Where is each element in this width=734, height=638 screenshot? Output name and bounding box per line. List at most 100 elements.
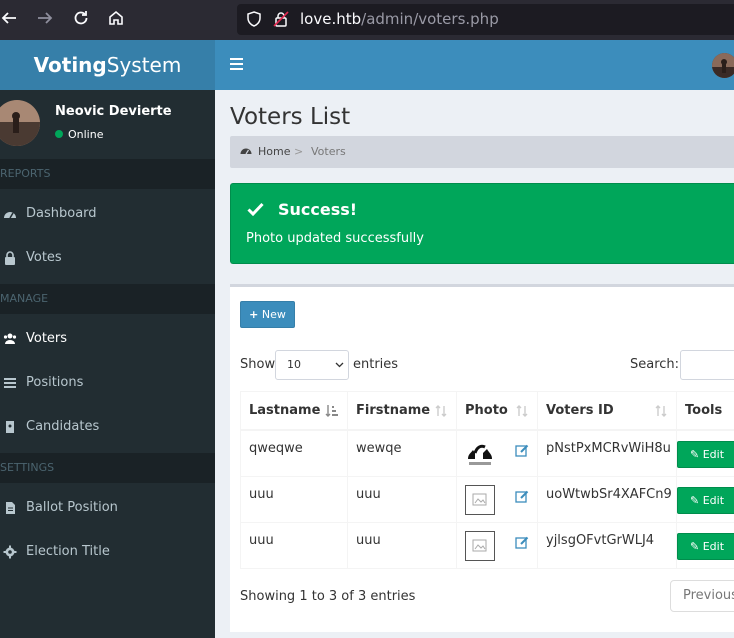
new-button-label: New <box>261 308 286 321</box>
voters-table: Lastname Firstname Photo Voters ID Tools… <box>240 391 734 569</box>
file-icon <box>6 502 15 514</box>
sidebar-item-label: Candidates <box>26 419 100 434</box>
logo-bold-text: Voting <box>33 53 107 77</box>
edit-button-label: Edit <box>702 493 725 507</box>
sidebar-item-candidates[interactable]: Candidates <box>0 405 215 449</box>
id-card-icon <box>6 421 14 433</box>
table-row: uuu uuu uoWtwbSr4XAFCn9 ✎ Edit <box>240 475 734 523</box>
sidebar-toggle-icon[interactable] <box>230 58 243 71</box>
column-header-tools: Tools <box>676 391 734 431</box>
column-label: Lastname <box>249 403 321 418</box>
edit-photo-icon[interactable] <box>515 490 529 503</box>
edit-button-label: Edit <box>702 539 725 553</box>
column-header-photo[interactable]: Photo <box>456 391 538 431</box>
edit-icon: ✎ <box>690 539 700 553</box>
sort-icon <box>516 405 528 417</box>
cell-firstname: uuu <box>347 521 457 569</box>
forward-icon[interactable] <box>34 9 56 31</box>
sidebar-item-votes[interactable]: Votes <box>0 236 215 280</box>
section-header-settings: SETTINGS <box>0 453 215 483</box>
sidebar-item-ballot-position[interactable]: Ballot Position <box>0 486 215 530</box>
browser-toolbar: love.htb/admin/voters.php <box>0 0 734 40</box>
sidebar-item-label: Dashboard <box>26 206 97 221</box>
url-text: love.htb/admin/voters.php <box>300 10 499 28</box>
table-row: qweqwe wewqe pNstPxMCRvWiH8u ✎ Edit <box>240 429 734 477</box>
breadcrumb: Home > Voters <box>230 136 734 168</box>
cell-photo <box>456 521 538 569</box>
dashboard-icon <box>240 148 252 155</box>
sidebar-item-election-title[interactable]: Election Title <box>0 530 215 574</box>
user-avatar-small[interactable] <box>712 53 734 78</box>
column-label: Photo <box>465 403 508 418</box>
section-header-reports: REPORTS <box>0 159 215 189</box>
user-panel: Neovic Devierte Online <box>0 90 215 156</box>
page-title: Voters List <box>230 104 351 130</box>
edit-icon: ✎ <box>690 493 700 507</box>
edit-photo-icon[interactable] <box>515 536 529 549</box>
check-icon <box>247 202 264 216</box>
sidebar-item-voters[interactable]: Voters <box>0 317 215 361</box>
sidebar-item-dashboard[interactable]: Dashboard <box>0 192 215 236</box>
sidebar-item-label: Votes <box>26 250 62 265</box>
sort-asc-icon <box>325 405 338 417</box>
back-icon[interactable] <box>0 9 20 31</box>
cell-voters-id: uoWtwbSr4XAFCn9 <box>537 475 677 523</box>
broken-image-icon <box>465 484 495 515</box>
success-alert: Success! Photo updated successfully <box>230 183 734 264</box>
app-logo[interactable]: VotingSystem <box>0 40 215 90</box>
page-size-select[interactable]: 10 <box>275 350 349 380</box>
cell-tools: ✎ Edit <box>676 521 734 569</box>
cell-lastname: uuu <box>240 475 348 523</box>
column-label: Firstname <box>356 403 431 418</box>
search-label: Search: <box>630 357 680 372</box>
url-path: /admin/voters.php <box>361 10 499 28</box>
shield-icon[interactable] <box>246 11 262 27</box>
entries-label: entries <box>353 357 399 372</box>
column-header-firstname[interactable]: Firstname <box>347 391 457 431</box>
search-input[interactable] <box>680 350 734 380</box>
edit-button[interactable]: ✎ Edit <box>677 532 734 560</box>
logo-light-text: System <box>106 53 182 77</box>
sidebar: Neovic Devierte Online REPORTS Dashboard… <box>0 90 215 638</box>
voter-photo-friendzone <box>468 444 492 465</box>
url-bar[interactable]: love.htb/admin/voters.php <box>237 4 734 35</box>
breadcrumb-home[interactable]: Home <box>240 136 290 168</box>
lock-icon[interactable] <box>273 11 289 27</box>
cell-firstname: uuu <box>347 475 457 523</box>
user-status: Online <box>55 128 103 141</box>
reload-icon[interactable] <box>70 9 92 31</box>
breadcrumb-separator: > <box>294 145 304 158</box>
page-size-value: 10 <box>287 358 301 371</box>
table-info: Showing 1 to 3 of 3 entries <box>240 589 416 604</box>
sidebar-item-label: Positions <box>26 375 84 390</box>
user-status-label: Online <box>68 128 104 141</box>
dashboard-icon <box>4 212 16 219</box>
cell-lastname: uuu <box>240 521 348 569</box>
voters-box: + New Show 10 entries Search: Lastname F… <box>230 284 734 632</box>
section-header-manage: MANAGE <box>0 284 215 314</box>
url-host: love.htb <box>300 10 362 28</box>
edit-button[interactable]: ✎ Edit <box>677 486 734 514</box>
edit-photo-icon[interactable] <box>515 444 529 457</box>
cell-photo <box>456 475 538 523</box>
plus-icon: + <box>249 308 259 321</box>
edit-icon: ✎ <box>690 448 700 461</box>
cell-voters-id: yjlsgOFvtGrWLJ4 <box>537 521 677 569</box>
edit-button[interactable]: ✎ Edit <box>677 441 734 468</box>
sort-icon <box>435 405 447 417</box>
list-icon <box>4 378 16 388</box>
lock-icon <box>5 251 15 265</box>
home-icon[interactable] <box>105 9 127 31</box>
column-header-lastname[interactable]: Lastname <box>240 391 348 431</box>
previous-page-button[interactable]: Previous <box>670 580 734 612</box>
cell-tools: ✎ Edit <box>676 475 734 523</box>
sidebar-item-positions[interactable]: Positions <box>0 361 215 405</box>
cell-firstname: wewqe <box>347 429 457 477</box>
chevron-down-icon <box>335 362 344 368</box>
broken-image-icon <box>465 530 495 561</box>
cell-voters-id: pNstPxMCRvWiH8u <box>537 429 677 477</box>
cell-tools: ✎ Edit <box>676 429 734 477</box>
new-voter-button[interactable]: + New <box>240 301 295 328</box>
users-icon <box>3 333 17 344</box>
column-header-voters-id[interactable]: Voters ID <box>537 391 677 431</box>
